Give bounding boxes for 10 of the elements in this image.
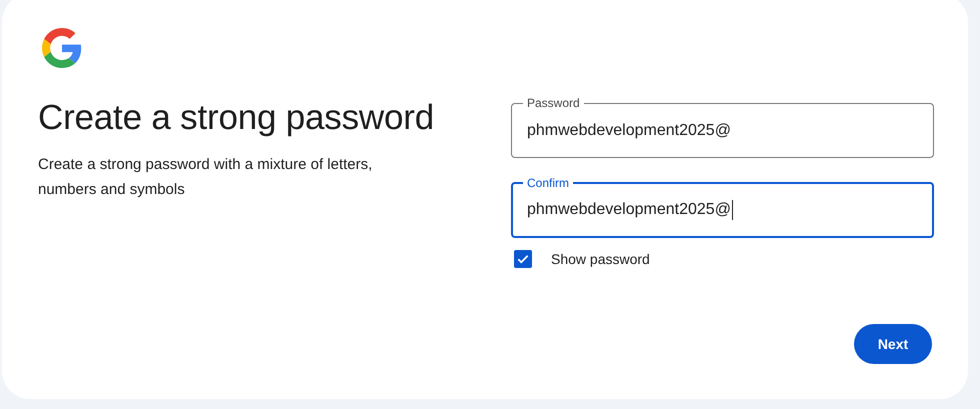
description-text: Create a strong password with a mixture of letters, numbers and symbols xyxy=(38,155,374,200)
next-button[interactable]: Next xyxy=(854,324,932,364)
password-field[interactable]: Password phmwebdevelopment2025@ xyxy=(511,96,934,158)
password-field[interactable]: Confirm phmwebdevelopment2025@ xyxy=(511,176,934,238)
google-logo-icon xyxy=(42,28,82,68)
field-label: Confirm xyxy=(526,176,570,190)
checkbox-label: Show password xyxy=(551,251,650,267)
show-password-checkbox[interactable] xyxy=(514,250,532,268)
field-label: Password xyxy=(526,96,581,110)
page-title: Create a strong password xyxy=(38,97,435,139)
